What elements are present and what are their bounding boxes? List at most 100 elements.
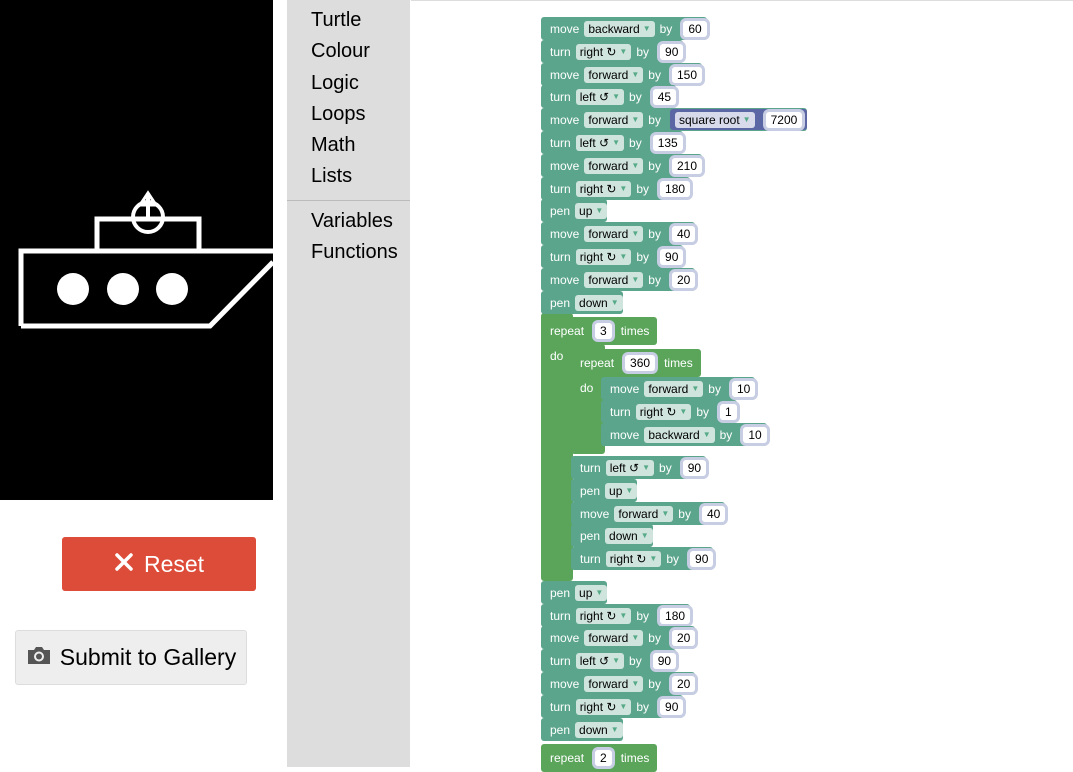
- number-input[interactable]: 90: [660, 43, 684, 60]
- number-input[interactable]: 3: [595, 323, 612, 339]
- block-dropdown[interactable]: forward ▼: [584, 157, 644, 174]
- block-dropdown[interactable]: left ↺ ▼: [575, 88, 625, 105]
- dropdown-arrow-icon: ▼: [631, 229, 640, 238]
- number-input[interactable]: 45: [652, 88, 677, 105]
- block-move[interactable]: move forward ▼ by square root ▼ 7200: [541, 108, 808, 131]
- block-dropdown[interactable]: right ↻ ▼: [635, 403, 692, 420]
- block-dropdown[interactable]: forward ▼: [584, 111, 644, 128]
- block-dropdown[interactable]: right ↻ ▼: [575, 248, 632, 265]
- number-input[interactable]: 90: [690, 550, 714, 567]
- block-dropdown[interactable]: right ↻ ▼: [575, 180, 632, 197]
- block-pen[interactable]: pen up ▼: [541, 199, 608, 222]
- number-input[interactable]: 10: [743, 426, 767, 443]
- number-input[interactable]: 10: [731, 380, 756, 397]
- number-input[interactable]: 180: [660, 180, 691, 197]
- block-turn[interactable]: turn left ↺ ▼ by 90: [541, 649, 677, 672]
- block-dropdown[interactable]: down ▼: [575, 294, 623, 311]
- block-turn[interactable]: turn right ↻ ▼ by 90: [571, 547, 714, 570]
- block-dropdown[interactable]: forward ▼: [584, 271, 644, 288]
- number-input[interactable]: 40: [701, 505, 726, 522]
- block-dropdown[interactable]: forward ▼: [584, 225, 644, 242]
- turtle-drawing: [18, 190, 273, 329]
- reset-button[interactable]: Reset: [62, 537, 256, 591]
- toolbox-category-functions[interactable]: Functions: [311, 241, 398, 264]
- block-move[interactable]: move forward ▼ by 40: [541, 222, 696, 245]
- block-dropdown[interactable]: right ↻ ▼: [575, 43, 632, 60]
- block-move[interactable]: move forward ▼ by 150: [541, 63, 702, 86]
- block-move[interactable]: move forward ▼ by 40: [571, 502, 726, 525]
- block-dropdown[interactable]: forward ▼: [584, 675, 644, 692]
- blockly-workspace[interactable]: move backward ▼ by 60 turn right ↻ ▼ by 90 move for…: [411, 0, 1073, 772]
- math-function-dropdown[interactable]: square root ▼: [674, 111, 755, 128]
- block-dropdown[interactable]: right ↻ ▼: [575, 698, 632, 715]
- block-dropdown[interactable]: up ▼: [575, 202, 608, 219]
- block-dropdown[interactable]: forward ▼: [644, 380, 704, 397]
- number-input[interactable]: 90: [652, 652, 677, 669]
- block-turn[interactable]: turn right ↻ ▼ by 90: [541, 695, 684, 718]
- toolbox-category-lists[interactable]: Lists: [311, 165, 352, 188]
- number-input[interactable]: 7200: [765, 111, 803, 128]
- block-move[interactable]: move backward ▼ by 10: [601, 423, 767, 446]
- block-repeat[interactable]: repeat 3 times: [541, 317, 658, 345]
- block-dropdown[interactable]: right ↻ ▼: [575, 607, 632, 624]
- toolbox-category-turtle[interactable]: Turtle: [311, 9, 361, 32]
- number-input[interactable]: 40: [671, 225, 696, 242]
- block-turn[interactable]: turn right ↻ ▼ by 180: [541, 604, 691, 627]
- submit-to-gallery-button[interactable]: Submit to Gallery: [15, 630, 247, 685]
- number-input[interactable]: 60: [683, 20, 707, 37]
- block-move[interactable]: move backward ▼ by 60: [541, 17, 707, 40]
- block-dropdown[interactable]: down ▼: [605, 527, 653, 544]
- number-input[interactable]: 2: [595, 750, 612, 766]
- block-dropdown[interactable]: right ↻ ▼: [605, 550, 662, 567]
- block-dropdown[interactable]: backward ▼: [644, 426, 715, 443]
- block-dropdown[interactable]: left ↺ ▼: [575, 134, 625, 151]
- block-pen[interactable]: pen up ▼: [571, 479, 638, 502]
- block-pen[interactable]: pen up ▼: [541, 581, 608, 604]
- number-input[interactable]: 20: [671, 675, 696, 692]
- toolbox-category-math[interactable]: Math: [311, 134, 355, 157]
- number-input[interactable]: 135: [652, 134, 683, 151]
- block-dropdown[interactable]: up ▼: [605, 482, 638, 499]
- block-move[interactable]: move forward ▼ by 20: [541, 268, 696, 291]
- number-input[interactable]: 1: [720, 403, 737, 420]
- toolbox-category-variables[interactable]: Variables: [311, 210, 393, 233]
- block-turn[interactable]: turn right ↻ ▼ by 90: [541, 40, 684, 63]
- number-input[interactable]: 210: [671, 157, 702, 174]
- block-turn[interactable]: turn left ↺ ▼ by 45: [541, 85, 677, 108]
- toolbox-category-logic[interactable]: Logic: [311, 72, 359, 95]
- math-function-block[interactable]: square root ▼ 7200: [669, 109, 808, 130]
- block-pen[interactable]: pen down ▼: [541, 291, 623, 314]
- toolbox-category-loops[interactable]: Loops: [311, 103, 366, 126]
- number-input[interactable]: 20: [671, 629, 696, 646]
- block-dropdown[interactable]: up ▼: [575, 584, 608, 601]
- number-input[interactable]: 90: [660, 698, 684, 715]
- block-dropdown[interactable]: forward ▼: [614, 505, 674, 522]
- block-move[interactable]: move forward ▼ by 20: [541, 672, 696, 695]
- number-input[interactable]: 90: [682, 459, 707, 476]
- block-repeat[interactable]: repeat 2 times: [541, 744, 658, 772]
- block-dropdown[interactable]: left ↺ ▼: [575, 652, 625, 669]
- number-input[interactable]: 360: [625, 355, 656, 371]
- block-pen[interactable]: pen down ▼: [571, 524, 653, 547]
- block-repeat[interactable]: repeat 360 times: [571, 349, 701, 377]
- block-turn[interactable]: turn right ↻ ▼ by 180: [541, 177, 691, 200]
- block-dropdown[interactable]: forward ▼: [584, 629, 644, 646]
- block-move[interactable]: move forward ▼ by 210: [541, 154, 702, 177]
- block-pen[interactable]: pen down ▼: [541, 718, 623, 741]
- block-dropdown[interactable]: left ↺ ▼: [605, 459, 655, 476]
- block-turn[interactable]: turn right ↻ ▼ by 90: [541, 245, 684, 268]
- block-turn[interactable]: turn right ↻ ▼ by 1: [601, 400, 737, 423]
- block-move[interactable]: move forward ▼ by 20: [541, 626, 696, 649]
- number-input[interactable]: 90: [660, 248, 684, 265]
- block-move[interactable]: move forward ▼ by 10: [601, 377, 756, 400]
- dropdown-value: up: [579, 585, 593, 600]
- block-turn[interactable]: turn left ↺ ▼ by 90: [571, 456, 707, 479]
- block-dropdown[interactable]: forward ▼: [584, 66, 644, 83]
- block-dropdown[interactable]: backward ▼: [584, 20, 655, 37]
- toolbox-category-colour[interactable]: Colour: [311, 40, 370, 63]
- number-input[interactable]: 180: [660, 607, 691, 624]
- block-turn[interactable]: turn left ↺ ▼ by 135: [541, 131, 683, 154]
- number-input[interactable]: 150: [671, 66, 702, 83]
- number-input[interactable]: 20: [671, 271, 696, 288]
- block-dropdown[interactable]: down ▼: [575, 721, 623, 738]
